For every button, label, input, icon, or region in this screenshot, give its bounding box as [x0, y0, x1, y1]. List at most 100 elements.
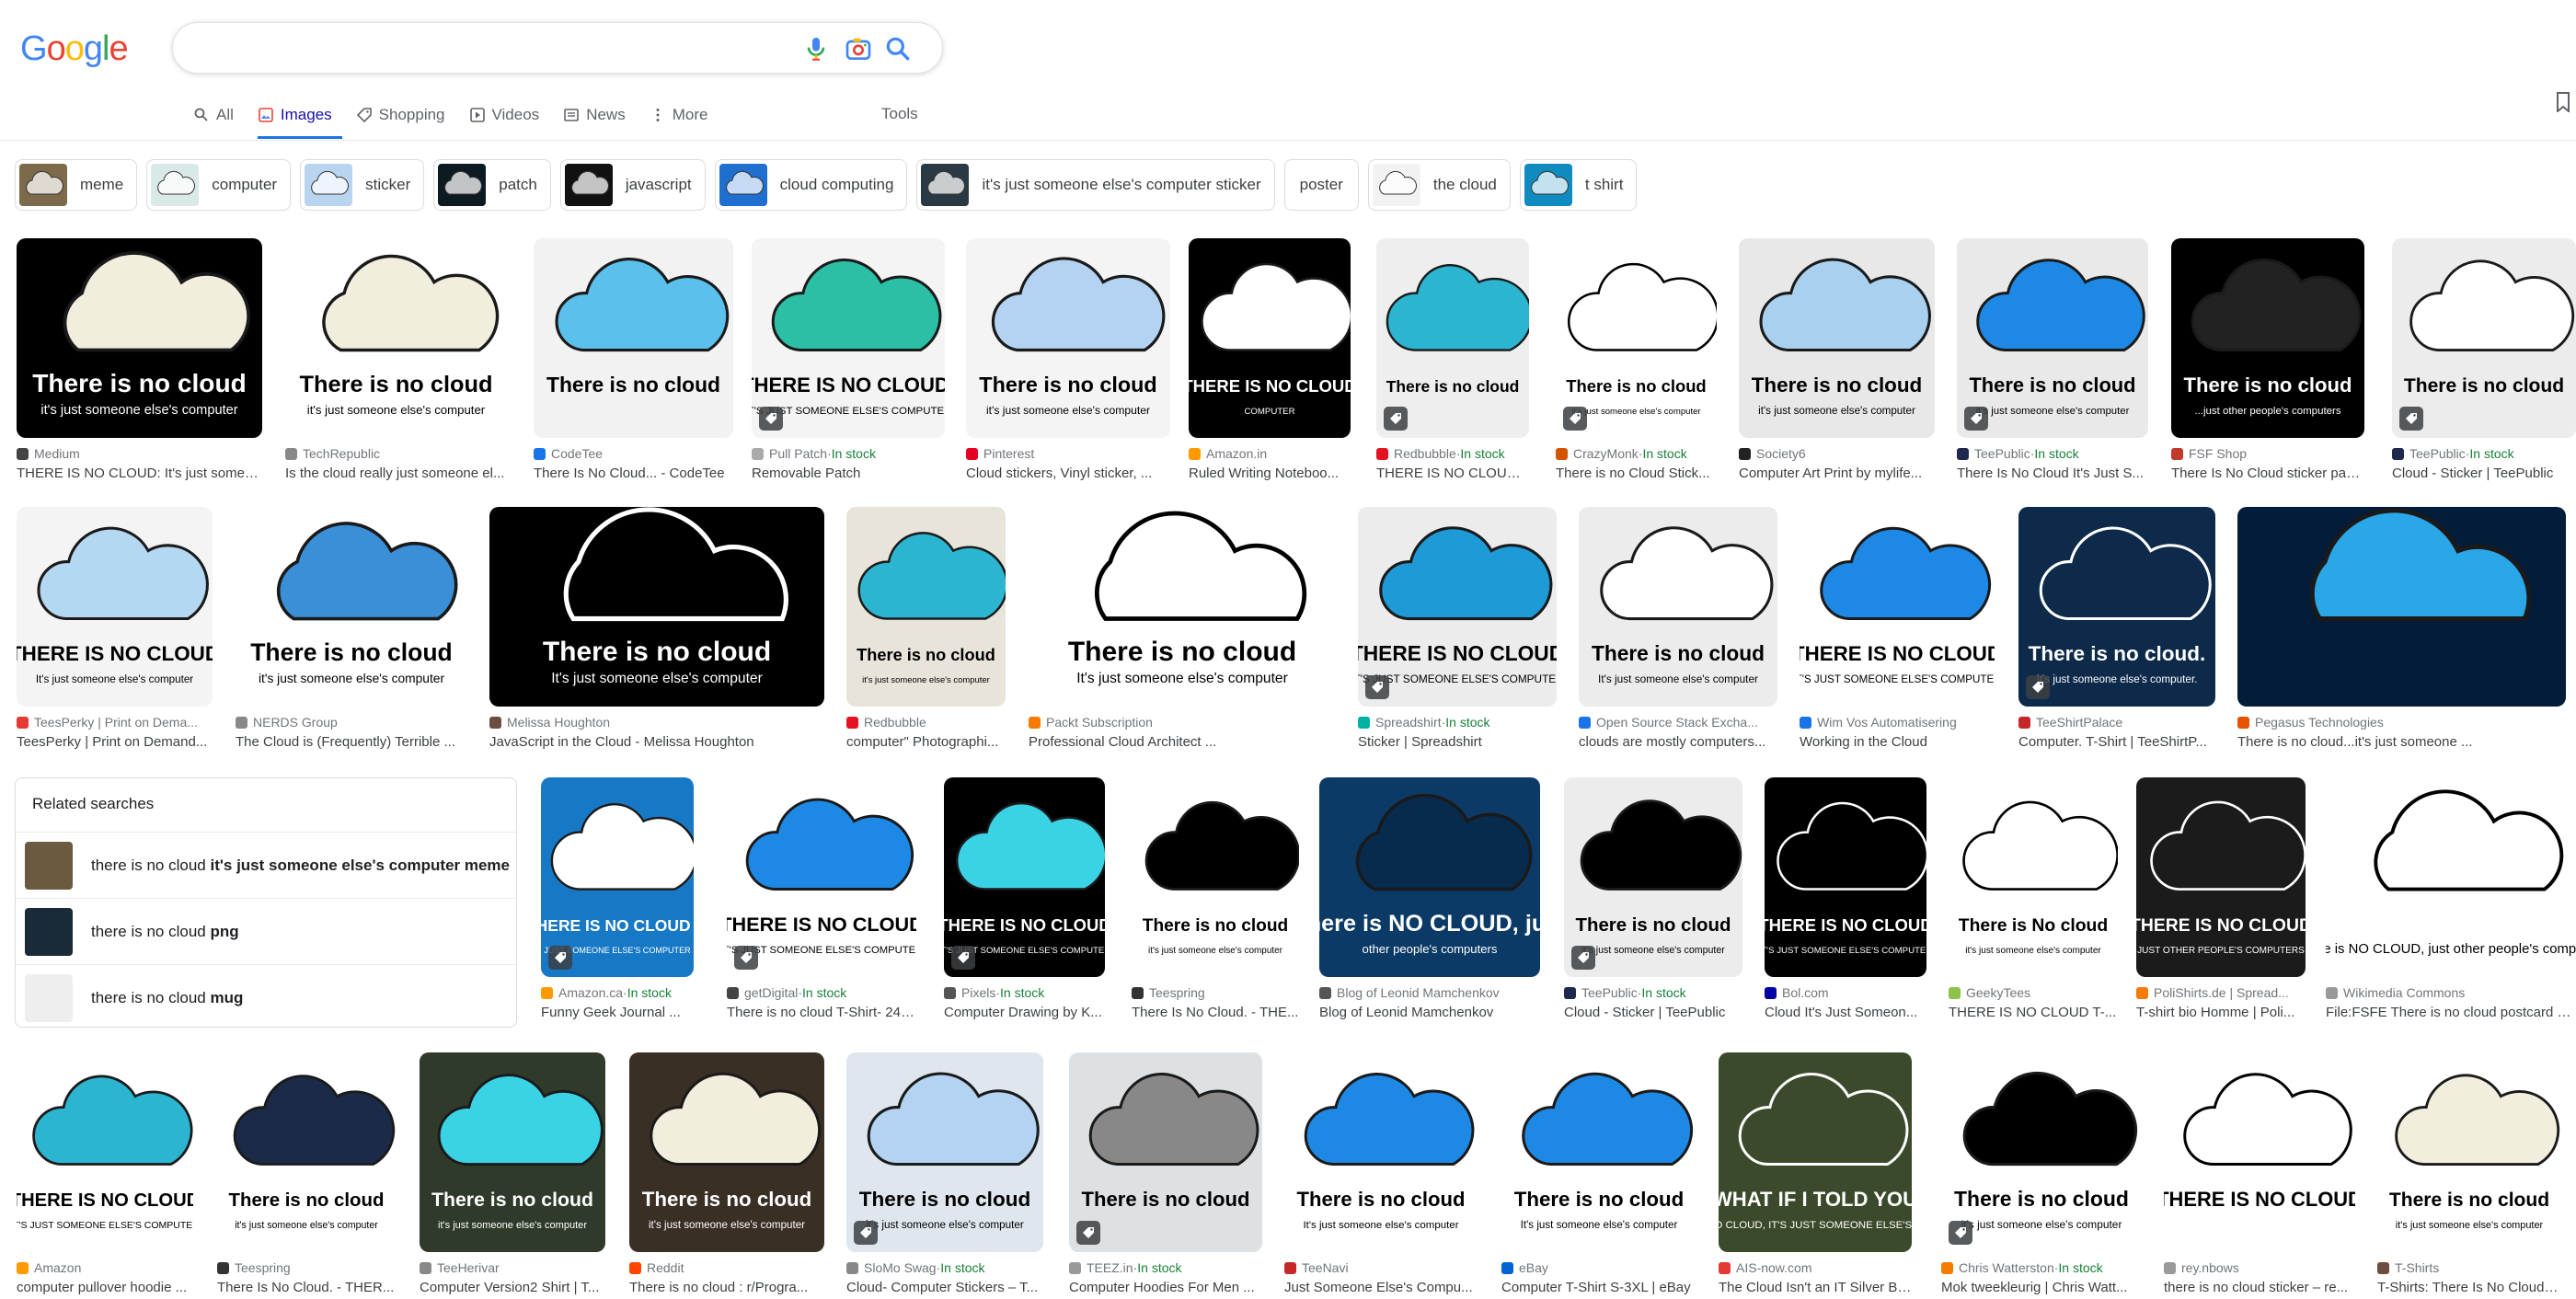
image-result[interactable]: There is no cloud it's just someone else…	[846, 1052, 1043, 1295]
result-thumbnail[interactable]: THERE IS NO CLOUD IT'S JUST SOMEONE ELSE…	[944, 777, 1105, 977]
result-title[interactable]: Computer Hoodies For Men ...	[1069, 1280, 1262, 1295]
result-source[interactable]: TEEZ.in · In stock	[1069, 1259, 1262, 1276]
result-thumbnail[interactable]: THERE IS NO CLOUD IT'S JUST SOMEONE ELSE…	[17, 1052, 193, 1252]
result-thumbnail[interactable]: There is no cloud it's just someone else…	[966, 238, 1170, 438]
result-thumbnail[interactable]: THERE IS NO CLOUD ... JUST SOMEONE ELSE'…	[541, 777, 694, 977]
result-thumbnail[interactable]: THERE IS NO CLOUD JUST OTHER PEOPLE'S CO…	[2136, 777, 2306, 977]
result-title[interactable]: Mok tweekleurig | Chris Watt...	[1941, 1280, 2142, 1295]
result-title[interactable]: Cloud - Sticker | TeePublic	[2392, 466, 2576, 481]
microphone-icon[interactable]	[801, 34, 831, 63]
tools-button[interactable]: Tools	[881, 105, 918, 123]
result-title[interactable]: Is the cloud really just someone el...	[285, 466, 507, 481]
image-result[interactable]: There is no cloud it's just someone else…	[846, 507, 1006, 750]
result-thumbnail[interactable]: There is no cloud It's just someone else…	[1029, 507, 1336, 707]
result-thumbnail[interactable]: There is no cloud it's just someone else…	[285, 238, 507, 438]
bookmark-icon[interactable]	[2556, 92, 2570, 112]
image-result[interactable]: There is NO CLOUD, just other people's c…	[1319, 777, 1540, 1020]
result-thumbnail[interactable]: There is no cloud ...just other people's…	[2171, 238, 2364, 438]
result-thumbnail[interactable]: There is no cloud. It's just someone els…	[2018, 507, 2215, 707]
result-title[interactable]: T-shirt bio Homme | Poli...	[2136, 1005, 2306, 1020]
image-result[interactable]: There is no cloud it's just someone else…	[1739, 238, 1935, 481]
chip-meme[interactable]: meme	[15, 159, 138, 211]
image-result[interactable]: There is no cloud it's just someone else…	[966, 238, 1170, 481]
related-search-item[interactable]: there is no cloud it's just someone else…	[16, 832, 516, 898]
result-source[interactable]: TeePublic · In stock	[1564, 984, 1742, 1001]
image-result[interactable]: THERE IS NO CLOUD rey.nbows there is no c…	[2164, 1052, 2355, 1295]
image-result[interactable]: THERE IS NO CLOUD ... JUST SOMEONE ELSE'…	[541, 777, 694, 1020]
result-source[interactable]: TeePublic · In stock	[1957, 445, 2148, 462]
image-result[interactable]: WHAT IF I TOLD YOU THERE IS NO CLOUD, IT…	[1719, 1052, 1912, 1295]
result-source[interactable]: Pegasus Technologies	[2237, 714, 2566, 730]
result-thumbnail[interactable]: There is no cloud It's just someone else…	[1284, 1052, 1478, 1252]
image-result[interactable]: There is no cloud. It's just someone els…	[2018, 507, 2215, 750]
related-search-item[interactable]: there is no cloud mug	[16, 964, 516, 1030]
result-thumbnail[interactable]: There is no cloud It's just someone else…	[1579, 507, 1777, 707]
result-source[interactable]: getDigital · In stock	[727, 984, 916, 1001]
image-result[interactable]: THERE IS NO CLOUD It's just someone else…	[17, 507, 213, 750]
result-source[interactable]: TeeHerivar	[420, 1259, 605, 1276]
result-source[interactable]: CodeTee	[534, 445, 733, 462]
result-thumbnail[interactable]: There is no cloud	[1069, 1052, 1262, 1252]
result-title[interactable]: File:FSFE There is no cloud postcard en …	[2326, 1005, 2576, 1020]
result-source[interactable]: Teespring	[217, 1259, 396, 1276]
result-title[interactable]: There is no cloud : r/Progra...	[629, 1280, 824, 1295]
image-result[interactable]: There is no cloud It's just someone else…	[1501, 1052, 1696, 1295]
result-source[interactable]: FSF Shop	[2171, 445, 2364, 462]
result-title[interactable]: Blog of Leonid Mamchenkov	[1319, 1005, 1540, 1020]
result-title[interactable]: Sticker | Spreadshirt	[1358, 734, 1557, 750]
result-title[interactable]: THERE IS NO CLOUD: It's just someo...	[17, 466, 262, 481]
result-source[interactable]: Wikimedia Commons	[2326, 984, 2576, 1001]
result-title[interactable]: Cloud It's Just Someon...	[1765, 1005, 1926, 1020]
image-result[interactable]: There is no cloud it's just someone else…	[1957, 238, 2148, 481]
result-thumbnail[interactable]: There is No cloud it's just someone else…	[1949, 777, 2118, 977]
result-source[interactable]: TeePublic · In stock	[2392, 445, 2576, 462]
image-result[interactable]: THERE IS NO CLOUD. IT'S JUST SOMEONE ELS…	[752, 238, 945, 481]
image-result[interactable]: There is no cloud it's just someone else…	[236, 507, 467, 750]
result-source[interactable]: Amazon	[17, 1259, 193, 1276]
result-source[interactable]: SloMo Swag · In stock	[846, 1259, 1043, 1276]
result-title[interactable]: Cloud- Computer Stickers – T...	[846, 1280, 1043, 1295]
result-thumbnail[interactable]: There is no cloud it's just someone else…	[17, 238, 262, 438]
result-title[interactable]: Ruled Writing Noteboo...	[1189, 466, 1351, 481]
result-source[interactable]: Chris Watterston · In stock	[1941, 1259, 2142, 1276]
result-title[interactable]: Cloud - Sticker | TeePublic	[1564, 1005, 1742, 1020]
result-thumbnail[interactable]: There is no cloud it's just someone else…	[420, 1052, 605, 1252]
chip-poster[interactable]: poster	[1283, 159, 1359, 211]
chip-cloud-computing[interactable]: cloud computing	[714, 159, 908, 211]
result-source[interactable]: Packt Subscription	[1029, 714, 1336, 730]
image-result[interactable]: There is No cloud it's just someone else…	[1949, 777, 2118, 1020]
result-title[interactable]: There Is No Cloud. - THE...	[1132, 1005, 1299, 1020]
image-result[interactable]: There is no cloud it's just someone else…	[2377, 1052, 2561, 1295]
result-title[interactable]: There is no Cloud Stick...	[1556, 466, 1717, 481]
result-source[interactable]: Teespring	[1132, 984, 1299, 1001]
result-source[interactable]: TechRepublic	[285, 445, 507, 462]
result-thumbnail[interactable]: THERE IS NO CLOUD	[2164, 1052, 2355, 1252]
image-result[interactable]: There is no cloud it's just someone else…	[217, 1052, 396, 1295]
result-title[interactable]: Computer Drawing by K...	[944, 1005, 1105, 1020]
tab-all[interactable]: All	[193, 101, 234, 129]
result-thumbnail[interactable]: THERE IS NO CLOUD IT'S JUST SOMEONE ELSE…	[1358, 507, 1557, 707]
result-thumbnail[interactable]: There is NO CLOUD, just other people's c…	[1319, 777, 1540, 977]
result-source[interactable]: T-Shirts	[2377, 1259, 2561, 1276]
result-title[interactable]: Working in the Cloud	[1800, 734, 1995, 750]
result-title[interactable]: Computer Version2 Shirt | T...	[420, 1280, 605, 1295]
image-result[interactable]: There is no cloud it's just someone else…	[629, 1052, 824, 1295]
image-result[interactable]: There is NO CLOUD, just other people's c…	[2326, 777, 2576, 1020]
result-title[interactable]: TeesPerky | Print on Demand...	[17, 734, 213, 750]
result-source[interactable]: Pull Patch · In stock	[752, 445, 945, 462]
result-thumbnail[interactable]: There is no cloud it's just someone else…	[236, 507, 467, 707]
result-source[interactable]: Melissa Houghton	[489, 714, 824, 730]
image-result[interactable]: There is no cloud TEEZ.in · In stock Comp…	[1069, 1052, 1262, 1295]
image-result[interactable]: There is no cloud Redbubble · In stock TH…	[1376, 238, 1529, 481]
result-thumbnail[interactable]: THERE IS NO CLOUD IT'S JUST SOMEONE ELSE…	[1800, 507, 1995, 707]
result-source[interactable]: Society6	[1739, 445, 1935, 462]
chip-sticker[interactable]: sticker	[300, 159, 425, 211]
image-result[interactable]: There is no cloud it's just someone else…	[1556, 238, 1717, 481]
result-title[interactable]: THERE IS NO CLOUD T-...	[1949, 1005, 2118, 1020]
result-title[interactable]: Removable Patch	[752, 466, 945, 481]
image-result[interactable]: There is no cloud it's just someone else…	[1564, 777, 1742, 1020]
result-thumbnail[interactable]	[2237, 507, 2566, 707]
search-input[interactable]	[195, 34, 765, 63]
result-thumbnail[interactable]: There is no cloud it's just someone else…	[1957, 238, 2148, 438]
result-thumbnail[interactable]: There is no cloud it's just someone else…	[846, 507, 1006, 707]
